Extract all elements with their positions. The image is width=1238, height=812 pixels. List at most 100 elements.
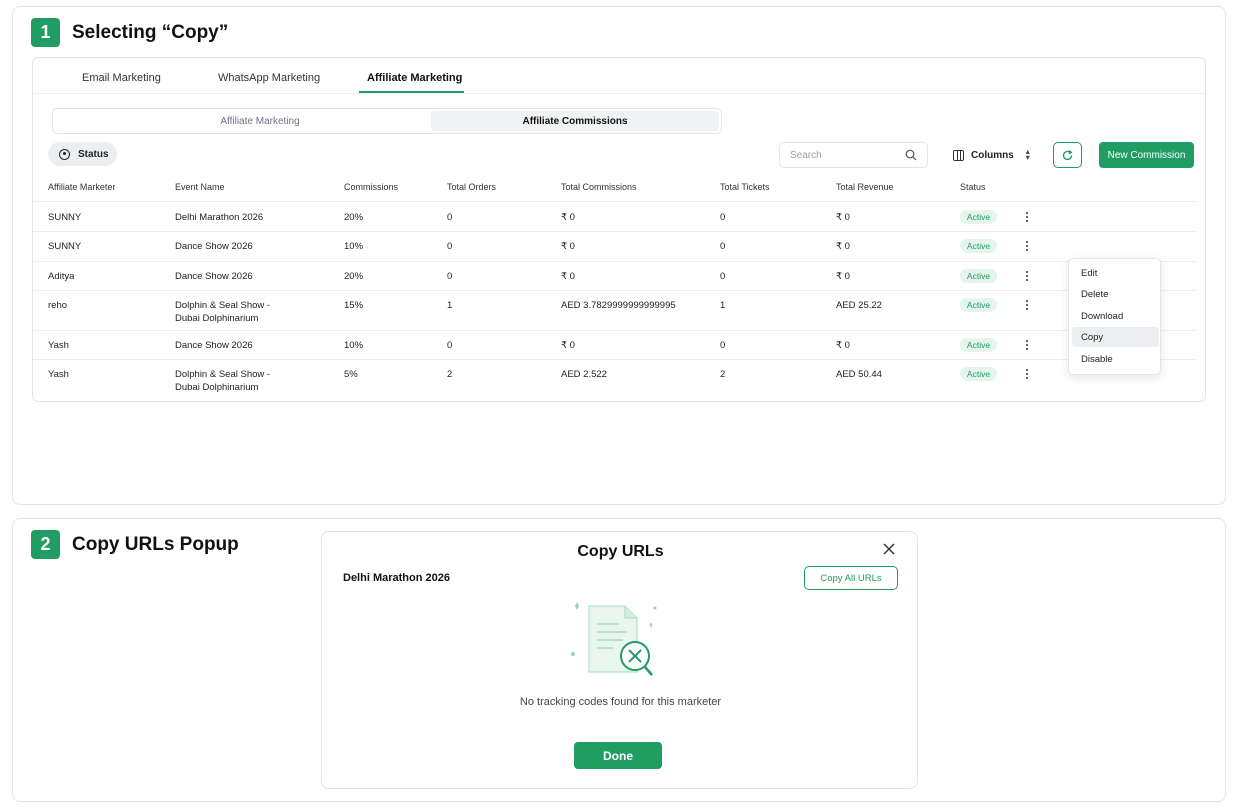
chevron-up-down-icon: ▴ ▾ bbox=[1025, 147, 1030, 162]
search-input[interactable] bbox=[790, 149, 900, 161]
menu-item-download[interactable]: Download bbox=[1072, 306, 1159, 326]
menu-item-edit[interactable]: Edit bbox=[1072, 263, 1159, 283]
plus-circle-icon bbox=[59, 148, 70, 160]
cell-total-commissions: ₹ 0 bbox=[561, 241, 575, 252]
copy-urls-modal: Copy URLs Delhi Marathon 2026 Copy All U… bbox=[321, 531, 918, 789]
table-row[interactable]: reho Dolphin & Seal Show - Dubai Dolphin… bbox=[33, 291, 1197, 331]
search-box bbox=[779, 142, 928, 168]
step1-title: Selecting “Copy” bbox=[72, 21, 229, 43]
columns-button[interactable]: Columns ▴ ▾ bbox=[953, 145, 1030, 165]
cell-orders: 2 bbox=[447, 369, 453, 380]
row-actions-kebab-icon[interactable] bbox=[1023, 269, 1031, 283]
cell-revenue: ₹ 0 bbox=[836, 241, 850, 252]
col-status[interactable]: Status bbox=[960, 182, 986, 192]
status-badge: Active bbox=[960, 239, 997, 253]
col-commissions[interactable]: Commissions bbox=[344, 182, 398, 192]
cell-commission: 15% bbox=[344, 300, 364, 311]
step1-header: 1 Selecting “Copy” bbox=[31, 18, 228, 47]
refresh-button[interactable] bbox=[1053, 142, 1082, 168]
step2-header: 2 Copy URLs Popup bbox=[31, 530, 239, 559]
cell-marketer: reho bbox=[48, 300, 68, 311]
table-row[interactable]: SUNNY Delhi Marathon 2026 20% 0 ₹ 0 0 ₹ … bbox=[33, 203, 1197, 232]
cell-event: Dance Show 2026 bbox=[175, 270, 253, 283]
segment-affiliate-commissions[interactable]: Affiliate Commissions bbox=[431, 111, 719, 131]
tab-whatsapp-marketing[interactable]: WhatsApp Marketing bbox=[218, 72, 320, 84]
row-actions-kebab-icon[interactable] bbox=[1023, 367, 1031, 381]
cell-event-line1: Dolphin & Seal Show - bbox=[175, 300, 271, 311]
active-tab-indicator bbox=[359, 91, 464, 93]
new-commission-button[interactable]: New Commission bbox=[1099, 142, 1194, 168]
columns-label: Columns bbox=[971, 149, 1014, 161]
tab-affiliate-marketing[interactable]: Affiliate Marketing bbox=[367, 72, 462, 84]
close-icon[interactable] bbox=[882, 542, 896, 556]
cell-tickets: 2 bbox=[720, 369, 726, 380]
cell-tickets: 0 bbox=[720, 271, 726, 282]
menu-item-delete[interactable]: Delete bbox=[1072, 284, 1159, 304]
cell-commission: 10% bbox=[344, 340, 364, 351]
status-filter-button[interactable]: Status bbox=[48, 142, 117, 166]
cell-event: Dolphin & Seal Show - Dubai Dolphinarium bbox=[175, 299, 270, 325]
cell-orders: 0 bbox=[447, 212, 453, 223]
refresh-icon bbox=[1062, 149, 1073, 160]
col-event-name[interactable]: Event Name bbox=[175, 182, 225, 192]
done-button[interactable]: Done bbox=[574, 742, 662, 769]
cell-marketer: SUNNY bbox=[48, 241, 82, 252]
col-affiliate-marketer[interactable]: Affiliate Marketer bbox=[48, 182, 115, 192]
affiliate-segmented-control: Affiliate Marketing Affiliate Commission… bbox=[52, 108, 722, 134]
col-total-tickets[interactable]: Total Tickets bbox=[720, 182, 770, 192]
status-badge: Active bbox=[960, 210, 997, 224]
empty-state-message: No tracking codes found for this markete… bbox=[519, 696, 722, 708]
cell-total-commissions: ₹ 0 bbox=[561, 340, 575, 351]
status-badge: Active bbox=[960, 269, 997, 283]
table-row[interactable]: Yash Dance Show 2026 10% 0 ₹ 0 0 ₹ 0 Act… bbox=[33, 331, 1197, 360]
row-actions-kebab-icon[interactable] bbox=[1023, 338, 1031, 352]
cell-revenue: ₹ 0 bbox=[836, 212, 850, 223]
status-badge: Active bbox=[960, 367, 997, 381]
copy-all-urls-button[interactable]: Copy All URLs bbox=[804, 566, 898, 590]
cell-total-commissions: ₹ 0 bbox=[561, 271, 575, 282]
cell-orders: 0 bbox=[447, 340, 453, 351]
row-actions-kebab-icon[interactable] bbox=[1023, 210, 1031, 224]
cell-tickets: 1 bbox=[720, 300, 726, 311]
menu-item-copy[interactable]: Copy bbox=[1072, 327, 1159, 347]
tab-email-marketing[interactable]: Email Marketing bbox=[82, 72, 161, 84]
modal-title: Copy URLs bbox=[577, 543, 664, 560]
table-row[interactable]: Yash Dolphin & Seal Show - Dubai Dolphin… bbox=[33, 360, 1197, 400]
cell-orders: 1 bbox=[447, 300, 453, 311]
cell-commission: 20% bbox=[344, 271, 364, 282]
col-total-revenue[interactable]: Total Revenue bbox=[836, 182, 894, 192]
cell-marketer: Yash bbox=[48, 369, 69, 380]
table-row[interactable]: SUNNY Dance Show 2026 10% 0 ₹ 0 0 ₹ 0 Ac… bbox=[33, 232, 1197, 262]
step2-number-badge: 2 bbox=[31, 530, 60, 559]
no-results-document-icon bbox=[571, 602, 657, 676]
segment-affiliate-marketing[interactable]: Affiliate Marketing bbox=[56, 111, 464, 131]
cell-marketer: SUNNY bbox=[48, 212, 82, 223]
row-actions-menu: Edit Delete Download Copy Disable bbox=[1068, 258, 1161, 375]
cell-total-commissions: AED 2.522 bbox=[561, 369, 607, 380]
step2-card: 2 Copy URLs Popup Copy URLs Delhi Marath… bbox=[12, 518, 1226, 802]
search-icon[interactable] bbox=[905, 149, 917, 161]
cell-event-line2: Dubai Dolphinarium bbox=[175, 382, 259, 393]
row-actions-kebab-icon[interactable] bbox=[1023, 239, 1031, 253]
row-actions-kebab-icon[interactable] bbox=[1023, 298, 1031, 312]
cell-tickets: 0 bbox=[720, 340, 726, 351]
columns-icon bbox=[953, 149, 964, 161]
table-row[interactable]: Aditya Dance Show 2026 20% 0 ₹ 0 0 ₹ 0 A… bbox=[33, 262, 1197, 291]
table-header: Affiliate Marketer Event Name Commission… bbox=[33, 180, 1197, 202]
cell-event: Dance Show 2026 bbox=[175, 240, 253, 253]
step1-card: 1 Selecting “Copy” Email Marketing Whats… bbox=[12, 6, 1226, 505]
cell-event-line1: Dance Show 2026 bbox=[175, 271, 253, 282]
cell-revenue: AED 50.44 bbox=[836, 369, 882, 380]
cell-event: Delhi Marathon 2026 bbox=[175, 211, 263, 224]
cell-total-commissions: AED 3.7829999999999995 bbox=[561, 300, 676, 311]
step1-number-badge: 1 bbox=[31, 18, 60, 47]
affiliate-panel: Email Marketing WhatsApp Marketing Affil… bbox=[32, 57, 1207, 402]
menu-item-disable[interactable]: Disable bbox=[1072, 349, 1159, 369]
col-total-commissions[interactable]: Total Commissions bbox=[561, 182, 637, 192]
cell-marketer: Yash bbox=[48, 340, 69, 351]
cell-event-line1: Delhi Marathon 2026 bbox=[175, 212, 264, 223]
cell-revenue: ₹ 0 bbox=[836, 271, 850, 282]
cell-event: Dolphin & Seal Show - Dubai Dolphinarium bbox=[175, 368, 270, 394]
marketing-tabs: Email Marketing WhatsApp Marketing Affil… bbox=[33, 58, 1207, 94]
col-total-orders[interactable]: Total Orders bbox=[447, 182, 496, 192]
